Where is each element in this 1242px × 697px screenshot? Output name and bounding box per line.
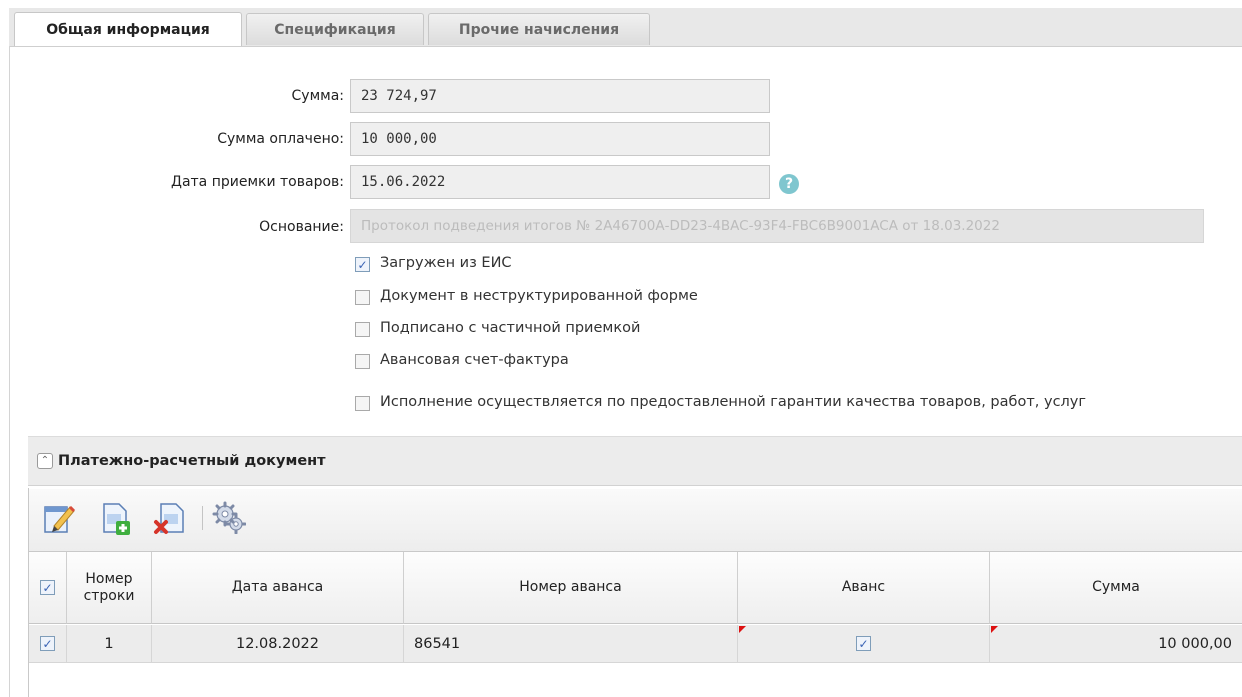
column-header-sum[interactable]: Сумма bbox=[990, 552, 1242, 624]
cell-sum[interactable]: 10 000,00 bbox=[990, 625, 1242, 663]
advance-checkbox[interactable]: ✓ bbox=[856, 636, 871, 651]
partial-acceptance-checkbox[interactable] bbox=[355, 322, 370, 337]
column-header-advance-number[interactable]: Номер аванса bbox=[404, 552, 738, 624]
column-header-advance[interactable]: Аванс bbox=[738, 552, 990, 624]
quality-guarantee-label: Исполнение осуществляется по предоставле… bbox=[380, 394, 1087, 410]
modified-cell-marker bbox=[991, 626, 998, 633]
select-all-checkbox[interactable]: ✓ bbox=[40, 580, 55, 595]
tab-other-charges[interactable]: Прочие начисления bbox=[428, 13, 650, 45]
cell-advance-number[interactable]: 86541 bbox=[404, 625, 738, 663]
cell-advance-date[interactable]: 12.08.2022 bbox=[152, 625, 404, 663]
help-icon[interactable]: ? bbox=[779, 174, 799, 194]
collapse-icon[interactable]: ⌃ bbox=[37, 453, 53, 469]
row-select-cell[interactable]: ✓ bbox=[29, 625, 67, 663]
acceptance-date-label: Дата приемки товаров: bbox=[171, 174, 344, 190]
edit-icon[interactable] bbox=[42, 501, 76, 535]
advance-invoice-label: Авансовая счет-фактура bbox=[380, 352, 569, 368]
basis-label: Основание: bbox=[259, 219, 344, 235]
loaded-from-eis-checkbox[interactable]: ✓ bbox=[355, 257, 370, 272]
row-select-checkbox[interactable]: ✓ bbox=[40, 636, 55, 651]
advance-invoice-checkbox[interactable] bbox=[355, 354, 370, 369]
column-header-advance-date[interactable]: Дата аванса bbox=[152, 552, 404, 624]
toolbar-separator bbox=[202, 506, 203, 530]
cell-advance[interactable]: ✓ bbox=[738, 625, 990, 663]
acceptance-date-field[interactable]: 15.06.2022 bbox=[350, 165, 770, 199]
basis-field: Протокол подведения итогов № 2А46700А-DD… bbox=[350, 209, 1204, 243]
payment-doc-section-header[interactable]: ⌃ Платежно-расчетный документ bbox=[28, 436, 1242, 486]
sum-field[interactable]: 23 724,97 bbox=[350, 79, 770, 113]
section-title: Платежно-расчетный документ bbox=[58, 453, 326, 469]
add-row-icon[interactable] bbox=[99, 501, 133, 535]
quality-guarantee-checkbox[interactable] bbox=[355, 396, 370, 411]
partial-acceptance-label: Подписано с частичной приемкой bbox=[380, 320, 641, 336]
cell-line-number[interactable]: 1 bbox=[67, 625, 152, 663]
settings-icon[interactable] bbox=[212, 500, 247, 535]
paid-sum-field[interactable]: 10 000,00 bbox=[350, 122, 770, 156]
tab-specification[interactable]: Спецификация bbox=[246, 13, 424, 45]
panel-border bbox=[9, 46, 10, 697]
unstructured-doc-label: Документ в неструктурированной форме bbox=[380, 288, 698, 304]
loaded-from-eis-label: Загружен из ЕИС bbox=[380, 255, 512, 271]
grid-toolbar bbox=[29, 489, 1242, 552]
unstructured-doc-checkbox[interactable] bbox=[355, 290, 370, 305]
column-header-line-number[interactable]: Номер строки bbox=[67, 552, 152, 624]
paid-sum-label: Сумма оплачено: bbox=[217, 131, 344, 147]
delete-row-icon[interactable] bbox=[153, 501, 187, 535]
modified-cell-marker bbox=[739, 626, 746, 633]
header-select-all[interactable]: ✓ bbox=[29, 552, 67, 624]
tab-general-info[interactable]: Общая информация bbox=[14, 12, 242, 46]
sum-label: Сумма: bbox=[291, 88, 344, 104]
